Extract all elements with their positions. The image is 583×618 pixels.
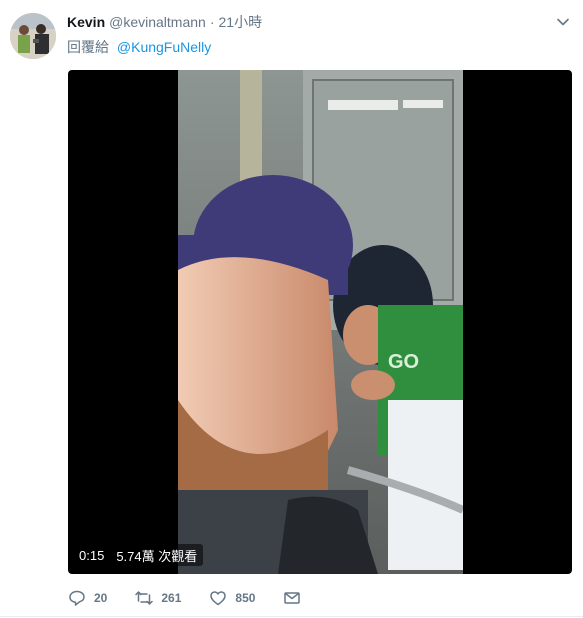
message-icon xyxy=(284,592,301,604)
reply-prefix: 回覆給 xyxy=(67,39,109,55)
separator-dot: · xyxy=(209,14,215,30)
video-frame[interactable]: GO xyxy=(178,70,463,574)
video-player[interactable]: GO 0:15 5.74萬 次觀看 xyxy=(68,70,572,574)
video-info-overlay: 0:15 5.74萬 次觀看 xyxy=(73,544,204,566)
retweet-icon xyxy=(135,591,154,605)
heart-icon xyxy=(210,591,227,606)
reply-mention-link[interactable]: @KungFuNelly xyxy=(117,39,211,55)
svg-text:GO: GO xyxy=(388,351,419,373)
direct-message-button[interactable] xyxy=(283,589,309,607)
tweet[interactable]: Kevin @kevinaltmann · 21小時 回覆給 @KungFuNe… xyxy=(0,0,583,618)
video-duration: 0:15 xyxy=(79,547,105,563)
avatar[interactable] xyxy=(10,13,56,59)
timestamp[interactable]: 21小時 xyxy=(219,12,263,32)
user-handle[interactable]: @kevinaltmann xyxy=(109,14,206,30)
view-count: 5.74萬 次觀看 xyxy=(116,548,198,564)
divider xyxy=(0,616,583,617)
reply-button[interactable]: 20 xyxy=(68,589,107,607)
retweet-count: 261 xyxy=(161,591,182,605)
display-name[interactable]: Kevin xyxy=(67,14,105,30)
retweet-button[interactable]: 261 xyxy=(135,589,181,607)
tweet-header: Kevin @kevinaltmann · 21小時 xyxy=(67,12,262,32)
tweet-actions: 20 261 850 xyxy=(68,586,337,610)
reply-context: 回覆給 @KungFuNelly xyxy=(67,37,211,57)
like-count: 850 xyxy=(235,591,256,605)
reply-count: 20 xyxy=(94,591,108,605)
reply-icon xyxy=(69,590,85,606)
like-button[interactable]: 850 xyxy=(209,589,255,607)
caret-down-icon[interactable] xyxy=(555,14,571,30)
